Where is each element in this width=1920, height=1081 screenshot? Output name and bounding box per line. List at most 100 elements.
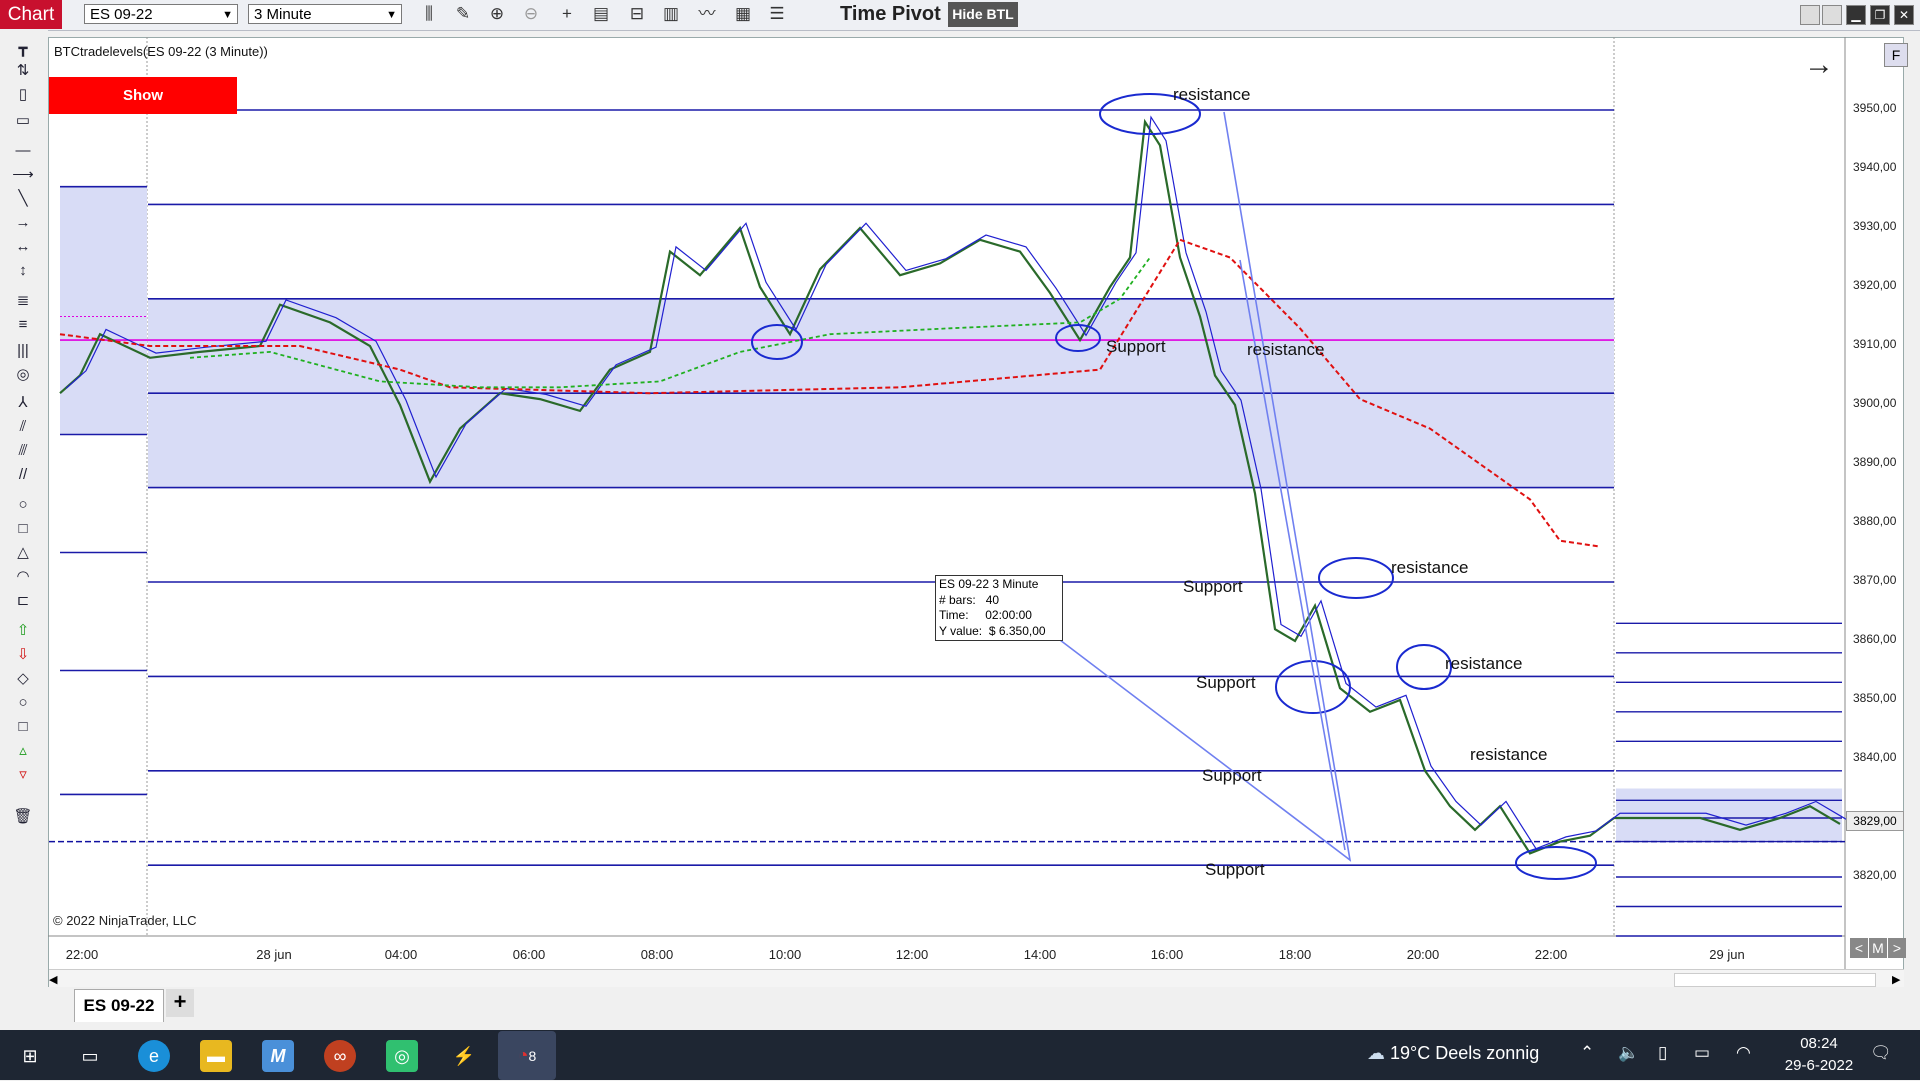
data-tooltip: ES 09-22 3 Minute # bars: 40 Time: 02:00…: [935, 575, 1063, 641]
arrow-down-icon[interactable]: ⇩: [10, 644, 36, 666]
previous-zone: [60, 186, 147, 435]
gann-fan-icon[interactable]: ⫽: [10, 416, 36, 438]
fib-extension-icon[interactable]: ≡: [10, 314, 36, 336]
clock-date[interactable]: 29-6-2022: [1779, 1057, 1859, 1074]
fib-time-icon[interactable]: |||: [10, 340, 36, 362]
select-icon[interactable]: ▯: [10, 84, 36, 106]
properties-icon[interactable]: ⊟: [626, 3, 648, 25]
indicator-label: BTCtradelevels(ES 09-22 (3 Minute)): [54, 44, 268, 59]
task-view-icon[interactable]: ▭: [74, 1040, 106, 1072]
chevron-up-icon[interactable]: ⌃: [1580, 1043, 1594, 1063]
ellipse-icon[interactable]: ○: [10, 494, 36, 516]
tile-window-icon[interactable]: [1822, 5, 1842, 25]
support-label: Support: [1202, 766, 1262, 785]
close-icon[interactable]: ✕: [1894, 5, 1914, 25]
instrument-selector[interactable]: ES 09-22 ▼: [84, 4, 238, 24]
trend-line-icon[interactable]: ╲: [10, 188, 36, 210]
app-m-icon[interactable]: M: [262, 1040, 294, 1072]
indicators-icon[interactable]: 〰: [696, 3, 718, 25]
x-tick-label: 04:00: [384, 947, 418, 962]
windows-start-icon[interactable]: ⊞: [14, 1040, 46, 1072]
price-chart[interactable]: [48, 37, 1904, 972]
strategies-icon[interactable]: ▥: [660, 3, 682, 25]
show-button[interactable]: Show: [49, 77, 237, 114]
fibonacci-icon[interactable]: ≣: [10, 290, 36, 312]
tooltip-time: Time: 02:00:00: [939, 608, 1032, 622]
triangle-up-icon[interactable]: ▵: [10, 740, 36, 762]
square-icon[interactable]: □: [10, 716, 36, 738]
crosshair-icon[interactable]: +: [556, 3, 578, 25]
x-tick-label: 18:00: [1278, 947, 1312, 962]
y-tick-label: 3920,00: [1853, 278, 1897, 292]
arrow-line-icon[interactable]: →: [10, 212, 36, 234]
region-icon[interactable]: ▭: [10, 110, 36, 132]
line-icon[interactable]: —: [10, 140, 36, 162]
horizontal-line-icon[interactable]: ↔: [10, 236, 36, 258]
weather-widget[interactable]: ☁ 19°C Deels zonnig: [1367, 1043, 1539, 1064]
app-green-icon[interactable]: ◎: [386, 1040, 418, 1072]
chart-menu-button[interactable]: Chart: [0, 0, 62, 29]
zoom-out-icon[interactable]: ⊖: [520, 3, 542, 25]
triangle-down-icon[interactable]: ▿: [10, 764, 36, 786]
trend-channel-icon[interactable]: //: [10, 464, 36, 486]
zoom-reset-button[interactable]: M: [1869, 938, 1887, 958]
scroll-right-button[interactable]: >: [1888, 938, 1906, 958]
app-lightning-icon[interactable]: ⚡: [448, 1040, 480, 1072]
y-tick-label: 3900,00: [1853, 396, 1897, 410]
y-tick-label: 3930,00: [1853, 219, 1897, 233]
hide-btl-button[interactable]: Hide BTL: [948, 2, 1018, 27]
clock-time[interactable]: 08:24: [1779, 1035, 1859, 1052]
rectangle-icon[interactable]: □: [10, 518, 36, 540]
minimize-icon[interactable]: ▁: [1846, 5, 1866, 25]
annotation-ellipse: [1318, 557, 1394, 599]
current-price-badge: 3829,00: [1846, 811, 1904, 831]
notifications-icon[interactable]: 🗨: [1870, 1043, 1892, 1063]
vertical-line-icon[interactable]: ↕: [10, 260, 36, 282]
ruler-icon[interactable]: ┳: [10, 38, 36, 60]
ray-icon[interactable]: ⟶: [10, 164, 36, 186]
file-explorer-icon[interactable]: ▬: [200, 1040, 232, 1072]
tooltip-y-value: Y value: $ 6.350,00: [939, 623, 1046, 638]
diamond-icon[interactable]: ◇: [10, 668, 36, 690]
speaker-icon[interactable]: 🔈: [1618, 1043, 1639, 1063]
regression-channel-icon[interactable]: ⫻: [10, 440, 36, 462]
ninjatrader-icon[interactable]: ◔8: [498, 1031, 556, 1080]
maximize-icon[interactable]: ❐: [1870, 5, 1890, 25]
f-button[interactable]: F: [1884, 43, 1908, 67]
edge-browser-icon[interactable]: e: [138, 1040, 170, 1072]
trash-icon[interactable]: 🗑: [10, 806, 36, 828]
triangle-icon[interactable]: △: [10, 542, 36, 564]
scroll-right-icon[interactable]: ▶: [1892, 973, 1900, 986]
x-tick-label: 08:00: [640, 947, 674, 962]
dot-icon[interactable]: ○: [10, 692, 36, 714]
fib-circle-icon[interactable]: ◎: [10, 364, 36, 386]
bar-type-icon[interactable]: ⫼: [418, 3, 440, 25]
x-tick-label: 28 jun: [256, 947, 292, 962]
data-box-icon[interactable]: ▤: [590, 3, 612, 25]
drawing-tool-icon[interactable]: ✎: [452, 3, 474, 25]
andrews-pitchfork-icon[interactable]: ⅄: [10, 392, 36, 414]
scroll-left-icon[interactable]: ◀: [49, 973, 57, 986]
resistance-label: resistance: [1247, 340, 1325, 359]
resistance-label: resistance: [1445, 654, 1523, 673]
templates-icon[interactable]: ▦: [732, 3, 754, 25]
app-infinity-icon[interactable]: ∞: [324, 1040, 356, 1072]
wifi-icon[interactable]: ◠: [1736, 1043, 1751, 1063]
horizontal-scrollbar[interactable]: ◀ ▶: [49, 969, 1904, 988]
arc-icon[interactable]: ◠: [10, 566, 36, 588]
tab-es-09-22[interactable]: ES 09-22: [74, 989, 164, 1022]
interval-selector[interactable]: 3 Minute ▼: [248, 4, 402, 24]
tile-window-icon[interactable]: [1800, 5, 1820, 25]
resistance-label: resistance: [1470, 745, 1548, 764]
add-tab-button[interactable]: +: [166, 989, 194, 1017]
zoom-in-icon[interactable]: ⊕: [486, 3, 508, 25]
device-icon[interactable]: ▯: [1658, 1043, 1667, 1063]
list-icon[interactable]: ☰: [766, 3, 788, 25]
battery-icon[interactable]: ▭: [1694, 1043, 1710, 1063]
move-icon[interactable]: ⇅: [10, 60, 36, 82]
text-icon[interactable]: ⊏: [10, 590, 36, 612]
scrollbar-thumb[interactable]: [1674, 973, 1876, 987]
arrow-up-icon[interactable]: ⇧: [10, 620, 36, 642]
arrow-right-icon[interactable]: →: [1804, 48, 1834, 82]
scroll-left-button[interactable]: <: [1850, 938, 1868, 958]
